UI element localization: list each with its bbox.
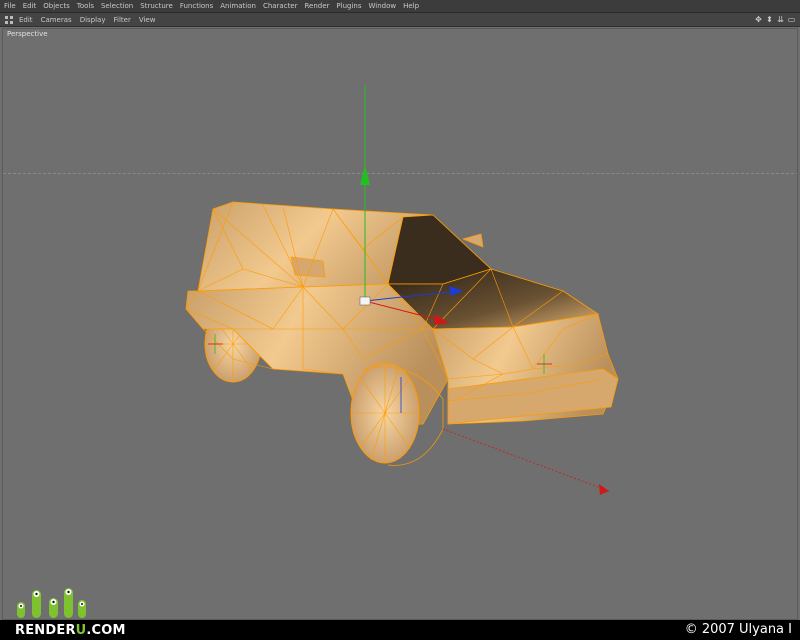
menu-structure[interactable]: Structure: [140, 0, 173, 12]
maximize-view-icon[interactable]: ▭: [787, 15, 796, 24]
car-wireframe-model[interactable]: [3, 29, 798, 620]
viewport-menu-edit[interactable]: Edit: [19, 16, 33, 24]
viewport-label: Perspective: [7, 30, 48, 38]
viewport-toolbar: Edit Cameras Display Filter View ✥ ⬍ ⇊ ▭: [0, 13, 800, 27]
menu-edit[interactable]: Edit: [23, 0, 37, 12]
perspective-viewport[interactable]: Perspective: [2, 28, 798, 620]
brand-prefix: RENDER: [15, 623, 76, 638]
menu-selection[interactable]: Selection: [101, 0, 133, 12]
menu-objects[interactable]: Objects: [43, 0, 69, 12]
menu-plugins[interactable]: Plugins: [336, 0, 361, 12]
move-view-icon[interactable]: ✥: [754, 15, 763, 24]
dolly-view-icon[interactable]: ⬍: [765, 15, 774, 24]
y-axis-arrow[interactable]: [360, 165, 370, 185]
object-origin-icon[interactable]: [359, 296, 371, 306]
viewport-menu-display[interactable]: Display: [80, 16, 106, 24]
menu-window[interactable]: Window: [369, 0, 397, 12]
menu-help[interactable]: Help: [403, 0, 419, 12]
viewport-grid-icon[interactable]: [5, 15, 13, 24]
viewport-menu-filter[interactable]: Filter: [114, 16, 131, 24]
viewport-menu-cameras[interactable]: Cameras: [41, 16, 72, 24]
view-navigation-icons: ✥ ⬍ ⇊ ▭: [754, 15, 796, 24]
menu-bar: File Edit Objects Tools Selection Struct…: [0, 0, 800, 13]
menu-tools[interactable]: Tools: [77, 0, 94, 12]
menu-functions[interactable]: Functions: [180, 0, 213, 12]
zoom-view-icon[interactable]: ⇊: [776, 15, 785, 24]
renderu-mascot-logo: [17, 588, 86, 618]
brand-watermark: RENDERU.COM: [15, 623, 126, 638]
viewport-menu-view[interactable]: View: [139, 16, 156, 24]
menu-render[interactable]: Render: [305, 0, 330, 12]
menu-file[interactable]: File: [4, 0, 16, 12]
menu-character[interactable]: Character: [263, 0, 298, 12]
copyright-text: © 2007 Ulyana I: [684, 622, 792, 637]
menu-animation[interactable]: Animation: [220, 0, 256, 12]
brand-highlight: U: [75, 623, 87, 638]
brand-suffix: .COM: [86, 623, 126, 638]
